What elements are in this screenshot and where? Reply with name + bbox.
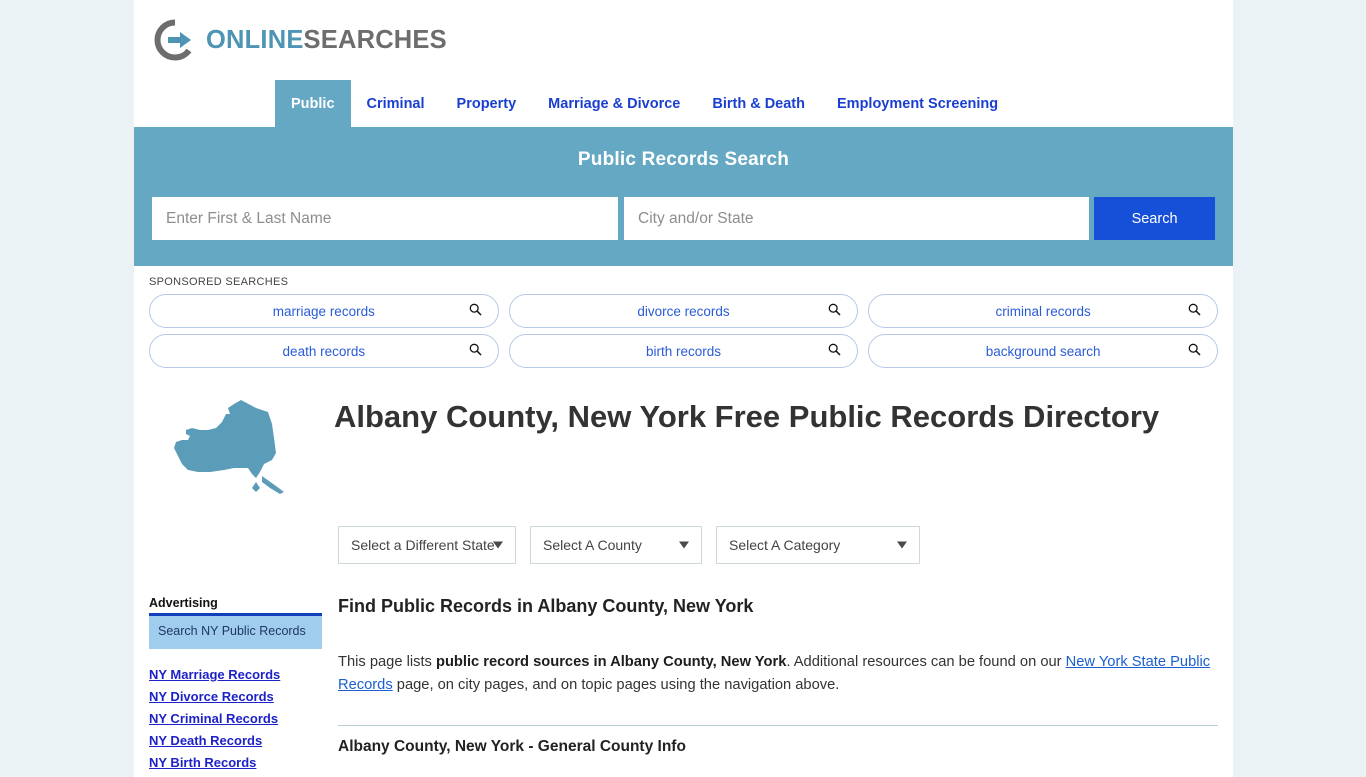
- select-state-dropdown[interactable]: Select a Different State: [338, 526, 516, 564]
- content-column: Find Public Records in Albany County, Ne…: [322, 596, 1218, 777]
- content-paragraph: This page lists public record sources in…: [338, 651, 1218, 697]
- nav-tab-birth-death[interactable]: Birth & Death: [696, 80, 821, 127]
- public-records-search-panel: Public Records Search Search: [134, 127, 1233, 266]
- paragraph-bold-phrase: public record sources in Albany County, …: [435, 654, 787, 670]
- state-map-container: [164, 390, 334, 508]
- sponsored-searches-section: SPONSORED SEARCHES marriage records divo…: [134, 266, 1233, 368]
- sponsored-pill-label: birth records: [645, 343, 721, 359]
- new-york-state-map-icon: [164, 400, 294, 507]
- search-submit-button[interactable]: Search: [1094, 197, 1215, 240]
- sponsored-pill-label: criminal records: [995, 303, 1091, 319]
- nav-tab-employment-screening[interactable]: Employment Screening: [821, 80, 1014, 127]
- paragraph-text-3: page, on city pages, and on topic pages …: [392, 676, 840, 693]
- filter-selects: Select a Different State Select A County…: [134, 508, 1233, 564]
- sidebar-link-ny-death-records[interactable]: NY Death Records: [149, 733, 322, 748]
- chevron-down-icon: [897, 541, 907, 549]
- sponsored-pill-death-records[interactable]: death records: [149, 334, 499, 368]
- sidebar-link-ny-criminal-records[interactable]: NY Criminal Records: [149, 711, 322, 726]
- search-icon: [469, 343, 482, 359]
- city-state-search-input[interactable]: [624, 197, 1090, 240]
- sponsored-pill-background-search[interactable]: background search: [868, 334, 1218, 368]
- select-county-label: Select A County: [543, 537, 642, 553]
- select-state-label: Select a Different State: [351, 537, 495, 553]
- nav-tab-property[interactable]: Property: [441, 80, 533, 127]
- sponsored-pill-label: background search: [985, 343, 1101, 359]
- logo-word-searches: SEARCHES: [303, 25, 447, 54]
- sponsored-pill-divorce-records[interactable]: divorce records: [508, 294, 859, 328]
- sponsored-pill-birth-records[interactable]: birth records: [508, 334, 859, 368]
- subsection-heading-general-county-info: Albany County, New York - General County…: [338, 737, 686, 755]
- search-icon: [1188, 343, 1201, 359]
- search-icon: [1188, 303, 1201, 319]
- sponsored-searches-grid: marriage records divorce records crimina…: [149, 294, 1218, 368]
- search-form: Search: [152, 197, 1215, 240]
- nav-tab-public[interactable]: Public: [275, 80, 351, 127]
- main-body: Advertising Search NY Public Records NY …: [134, 564, 1233, 777]
- select-category-dropdown[interactable]: Select A Category: [716, 526, 920, 564]
- select-category-label: Select A Category: [729, 537, 841, 553]
- circle-arrow-logo-icon[interactable]: [154, 19, 196, 61]
- content-heading: Find Public Records in Albany County, Ne…: [338, 596, 754, 616]
- sponsored-pill-label: divorce records: [637, 303, 730, 319]
- page-container: ONLINESEARCHES Public Criminal Property …: [134, 0, 1233, 777]
- sidebar-link-ny-divorce-records[interactable]: NY Divorce Records: [149, 689, 322, 704]
- page-hero: Albany County, New York Free Public Reco…: [134, 368, 1233, 508]
- chevron-down-icon: [493, 541, 503, 549]
- sponsored-pill-label: death records: [282, 343, 366, 359]
- search-panel-title: Public Records Search: [577, 149, 790, 170]
- paragraph-text-2: . Additional resources can be found on o…: [786, 654, 1066, 670]
- logo-word-online: ONLINE: [206, 25, 304, 54]
- search-icon: [828, 303, 841, 319]
- search-icon: [469, 303, 482, 319]
- sponsored-searches-label: SPONSORED SEARCHES: [149, 276, 289, 288]
- nav-tab-criminal[interactable]: Criminal: [351, 80, 441, 127]
- search-icon: [828, 343, 841, 359]
- name-search-input[interactable]: [152, 197, 619, 240]
- sidebar: Advertising Search NY Public Records NY …: [149, 596, 322, 777]
- sidebar-links: NY Marriage Records NY Divorce Records N…: [149, 667, 322, 770]
- paragraph-text-1: This page lists: [338, 654, 436, 670]
- sidebar-link-ny-marriage-records[interactable]: NY Marriage Records: [149, 667, 322, 682]
- advertising-label: Advertising: [149, 596, 218, 610]
- chevron-down-icon: [679, 541, 689, 549]
- sponsored-pill-criminal-records[interactable]: criminal records: [868, 294, 1218, 328]
- sidebar-ad-box[interactable]: Search NY Public Records: [149, 613, 322, 649]
- sponsored-pill-marriage-records[interactable]: marriage records: [149, 294, 499, 328]
- select-county-dropdown[interactable]: Select A County: [530, 526, 702, 564]
- site-logo-text[interactable]: ONLINESEARCHES: [206, 26, 447, 55]
- main-navigation: Public Criminal Property Marriage & Divo…: [134, 80, 1233, 127]
- page-title: Albany County, New York Free Public Reco…: [334, 399, 1160, 434]
- nav-tab-marriage-divorce[interactable]: Marriage & Divorce: [532, 80, 696, 127]
- site-header: ONLINESEARCHES: [134, 0, 1233, 80]
- sponsored-pill-label: marriage records: [272, 303, 375, 319]
